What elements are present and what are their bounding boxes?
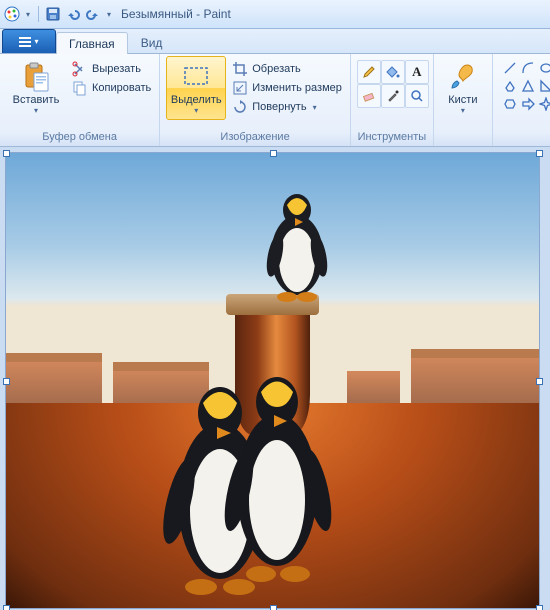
cut-button[interactable]: Вырезать [70, 60, 153, 78]
paint-app-icon[interactable] [4, 6, 20, 22]
quick-access-toolbar: ▾ ▾ [4, 6, 113, 22]
ribbon-tab-row: ▾ Главная Вид [0, 29, 550, 54]
brush-icon [447, 61, 479, 93]
handle-s[interactable] [270, 605, 277, 610]
cut-label: Вырезать [92, 63, 141, 75]
copy-label: Копировать [92, 82, 151, 94]
brushes-label: Кисти [448, 94, 477, 106]
rotate-icon [232, 99, 248, 115]
group-shapes [493, 54, 550, 146]
shape-right-triangle[interactable] [539, 79, 550, 95]
group-clipboard: Вставить ▾ Вырезать Копировать Буфер обм… [0, 54, 160, 146]
qat-separator [38, 6, 39, 22]
shape-line[interactable] [503, 61, 519, 77]
app-menu-caret-icon[interactable]: ▾ [24, 10, 32, 19]
undo-icon[interactable] [65, 6, 81, 22]
fill-tool[interactable] [381, 60, 405, 84]
shapes-group-label [499, 129, 550, 146]
redo-icon[interactable] [85, 6, 101, 22]
canvas-image [6, 153, 539, 608]
copy-icon [72, 80, 88, 96]
paste-button[interactable]: Вставить ▾ [6, 56, 66, 120]
tools-group-label: Инструменты [357, 129, 427, 146]
select-caret-icon: ▾ [194, 106, 198, 115]
resize-icon [232, 80, 248, 96]
penguin-right [219, 362, 339, 587]
group-image: Выделить ▾ Обрезать Изменить размер Пове… [160, 54, 351, 146]
brushes-caret-icon: ▾ [461, 106, 465, 115]
shape-4star[interactable] [539, 97, 550, 113]
shape-polygon[interactable] [503, 79, 519, 95]
rotate-button[interactable]: Повернуть ▾ [230, 98, 344, 116]
handle-se[interactable] [536, 605, 543, 610]
handle-e[interactable] [536, 378, 543, 385]
tab-home[interactable]: Главная [56, 32, 128, 54]
tab-view[interactable]: Вид [128, 31, 176, 53]
text-tool[interactable]: A [405, 60, 429, 84]
paste-caret-icon: ▾ [34, 106, 38, 115]
group-brushes: Кисти ▾ [434, 54, 493, 146]
resize-button[interactable]: Изменить размер [230, 79, 344, 97]
brushes-button[interactable]: Кисти ▾ [440, 56, 486, 120]
handle-ne[interactable] [536, 150, 543, 157]
qat-customize-caret-icon[interactable]: ▾ [105, 10, 113, 19]
scissors-icon [72, 61, 88, 77]
shape-curve[interactable] [521, 61, 537, 77]
pencil-tool[interactable] [357, 60, 381, 84]
handle-nw[interactable] [3, 150, 10, 157]
magnifier-tool[interactable] [405, 84, 429, 108]
handle-n[interactable] [270, 150, 277, 157]
shape-triangle[interactable] [521, 79, 537, 95]
copy-button[interactable]: Копировать [70, 79, 153, 97]
crop-button[interactable]: Обрезать [230, 60, 344, 78]
window-title: Безымянный - Paint [121, 7, 231, 21]
shape-arrow-right[interactable] [521, 97, 537, 113]
rotate-label: Повернуть [252, 101, 306, 113]
eraser-tool[interactable] [357, 84, 381, 108]
shape-hexagon[interactable] [503, 97, 519, 113]
crop-label: Обрезать [252, 63, 301, 75]
file-menu-caret-icon: ▾ [34, 37, 38, 46]
image-group-label: Изображение [166, 129, 344, 146]
save-icon[interactable] [45, 6, 61, 22]
color-picker-tool[interactable] [381, 84, 405, 108]
select-rect-icon [180, 61, 212, 93]
handle-w[interactable] [3, 378, 10, 385]
select-label: Выделить [171, 94, 222, 106]
canvas-area [0, 147, 550, 610]
crop-icon [232, 61, 248, 77]
paste-icon [20, 61, 52, 93]
paste-label: Вставить [13, 94, 60, 106]
handle-sw[interactable] [3, 605, 10, 610]
group-tools: A Инструменты [351, 54, 434, 146]
clipboard-group-label: Буфер обмена [6, 129, 153, 146]
penguin-top [257, 185, 337, 305]
file-menu-button[interactable]: ▾ [2, 29, 56, 53]
ribbon: Вставить ▾ Вырезать Копировать Буфер обм… [0, 54, 550, 147]
resize-label: Изменить размер [252, 82, 342, 94]
brushes-group-label [440, 129, 486, 146]
shape-oval[interactable] [539, 61, 550, 77]
select-button[interactable]: Выделить ▾ [166, 56, 226, 120]
rotate-caret-icon: ▾ [313, 103, 317, 112]
canvas[interactable] [6, 153, 539, 608]
title-bar: ▾ ▾ Безымянный - Paint [0, 0, 550, 29]
